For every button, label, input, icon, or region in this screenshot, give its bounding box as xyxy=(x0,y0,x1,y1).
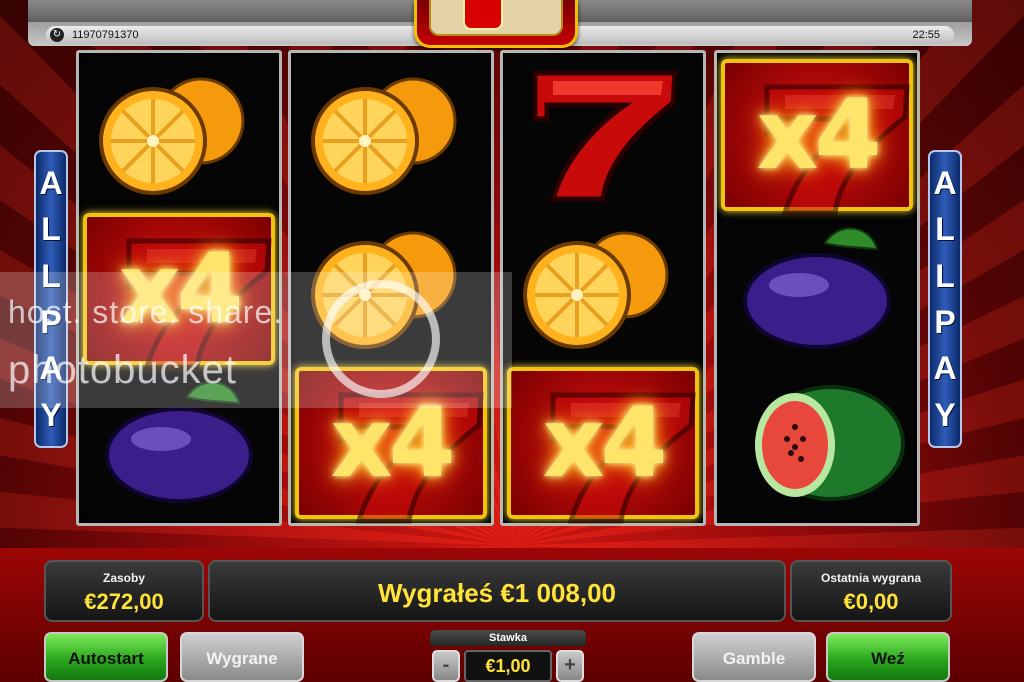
win-message-pane: Wygrałeś €1 008,00 xyxy=(208,560,786,622)
plum-symbol xyxy=(721,213,913,365)
allpay-right-letter: L xyxy=(935,257,955,294)
multiplier-label: x4 xyxy=(542,387,668,499)
logo-badge xyxy=(463,0,503,30)
allpay-banner-right: ALLPAY xyxy=(928,150,962,448)
multiplier-label: x4 xyxy=(756,79,882,191)
allpay-left-letter: A xyxy=(39,165,63,202)
watermark-ring-icon xyxy=(322,280,440,398)
autostart-button[interactable]: Autostart xyxy=(44,632,168,682)
watermelon-symbol xyxy=(721,367,913,519)
allpay-left-letter: L xyxy=(41,211,61,248)
last-win-pane: Ostatnia wygrana €0,00 xyxy=(790,560,952,622)
orange-symbol xyxy=(507,213,699,365)
allpay-right-letter: A xyxy=(933,165,957,202)
balance-value: €272,00 xyxy=(84,589,164,614)
x4-seven-symbol: x4 xyxy=(507,367,699,524)
photobucket-watermark: host. store. share. photobucket xyxy=(0,272,512,408)
allpay-right-letter: Y xyxy=(934,396,956,433)
allpay-right-letter: P xyxy=(934,304,956,341)
allpay-right-letter: A xyxy=(933,350,957,387)
win-message: Wygrałeś €1 008,00 xyxy=(377,578,617,608)
refresh-icon[interactable]: ↻ xyxy=(50,28,64,42)
seven-symbol xyxy=(507,59,699,211)
session-id: 11970791370 xyxy=(72,29,139,41)
stake-decrease-button[interactable]: - xyxy=(432,650,460,682)
orange-symbol xyxy=(83,59,275,211)
balance-label: Zasoby xyxy=(102,571,145,585)
reel-3: x4 xyxy=(500,50,706,526)
stake-value: €1,00 xyxy=(464,650,552,682)
stake-increase-button[interactable]: + xyxy=(556,650,584,682)
allpay-right-letter: L xyxy=(935,211,955,248)
orange-symbol xyxy=(295,59,487,211)
clock: 22:55 xyxy=(912,29,940,41)
reel-4: x4 xyxy=(714,50,920,526)
last-win-label: Ostatnia wygrana xyxy=(820,571,922,585)
take-win-button[interactable]: Weź xyxy=(826,632,950,682)
last-win-value: €0,00 xyxy=(843,589,899,614)
stake-control: Stawka - €1,00 + xyxy=(430,630,586,682)
x4-seven-symbol: x4 xyxy=(721,59,913,216)
balance-pane: Zasoby €272,00 xyxy=(44,560,204,622)
wygrane-button[interactable]: Wygrane xyxy=(180,632,304,682)
watermark-brand: photobucket xyxy=(8,348,237,392)
game-logo xyxy=(414,0,578,48)
stake-label: Stawka xyxy=(430,630,586,646)
watermark-tagline: host. store. share. xyxy=(8,294,284,330)
gamble-button[interactable]: Gamble xyxy=(692,632,816,682)
